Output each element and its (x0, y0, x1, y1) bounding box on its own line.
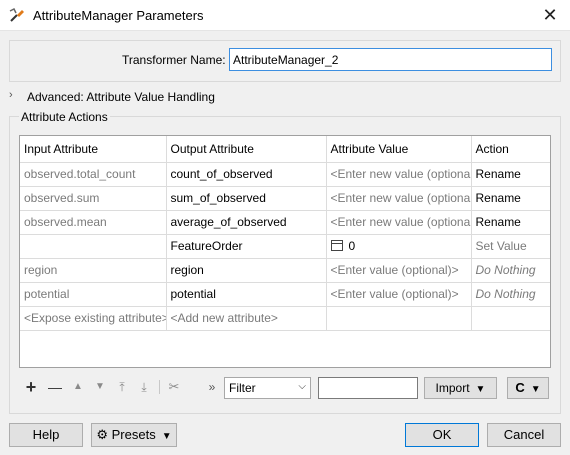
action-cell[interactable]: Rename (471, 210, 550, 235)
dropdown-arrow-icon: ▼ (475, 384, 486, 395)
cancel-button[interactable]: Cancel (487, 423, 561, 447)
cut-icon[interactable]: ✂ (165, 376, 183, 398)
input-attribute-cell[interactable]: potential (20, 282, 167, 307)
table-row[interactable]: observed.mean average_of_observed <Enter… (20, 210, 550, 235)
refresh-icon: C (515, 380, 525, 395)
attribute-value-cell[interactable]: <Enter value (optional)> (326, 258, 472, 283)
dropdown-arrow-icon: ▼ (530, 384, 541, 395)
column-header-output[interactable]: Output Attribute (166, 136, 327, 163)
add-icon[interactable]: + (21, 376, 41, 398)
attribute-value-cell[interactable]: <Enter new value (optional)> (326, 210, 472, 235)
output-attribute-cell[interactable]: region (166, 258, 327, 283)
chevron-right-icon: › (9, 89, 13, 101)
output-attribute-cell[interactable]: FeatureOrder (166, 234, 327, 259)
output-attribute-cell[interactable]: average_of_observed (166, 210, 327, 235)
table-toolbar: + — ▲ ▼ ⤒ ⤓ ✂ » Filter ⌵ Import ▼ C ▼ (19, 376, 551, 400)
import-button[interactable]: Import ▼ (424, 377, 497, 399)
input-attribute-cell[interactable]: observed.total_count (20, 162, 167, 187)
action-cell[interactable]: Do Nothing (471, 258, 550, 283)
attribute-value-cell[interactable] (326, 306, 472, 331)
transformer-name-input[interactable] (229, 48, 552, 71)
import-button-label: Import (435, 381, 470, 395)
dropdown-arrow-icon: ▼ (161, 431, 172, 442)
transformer-name-label: Transformer Name: (122, 53, 226, 67)
move-top-icon[interactable]: ⤒ (113, 376, 131, 398)
add-attribute-cell[interactable]: <Add new attribute> (166, 306, 327, 331)
presets-button-label: Presets (111, 427, 156, 442)
presets-button[interactable]: ⚙ Presets ▼ (91, 423, 177, 447)
action-cell[interactable]: Rename (471, 162, 550, 187)
column-header-action[interactable]: Action (471, 136, 550, 163)
table-row[interactable]: observed.total_count count_of_observed <… (20, 162, 550, 187)
output-attribute-cell[interactable]: potential (166, 282, 327, 307)
attribute-value-cell[interactable]: <Enter value (optional)> (326, 282, 472, 307)
input-attribute-cell[interactable]: region (20, 258, 167, 283)
attribute-value-text: 0 (348, 239, 356, 253)
title-bar: AttributeManager Parameters ✕ (0, 0, 570, 31)
input-attribute-cell[interactable] (20, 234, 167, 259)
attribute-actions-title: Attribute Actions (19, 110, 110, 124)
more-icon[interactable]: » (205, 376, 219, 398)
output-attribute-cell[interactable]: sum_of_observed (166, 186, 327, 211)
action-cell[interactable]: Set Value (471, 234, 550, 259)
remove-icon[interactable]: — (45, 376, 65, 398)
table-row[interactable]: region region <Enter value (optional)> D… (20, 258, 550, 283)
chevron-down-icon: ⌵ (298, 381, 306, 392)
transformer-name-group: Transformer Name: (9, 40, 561, 82)
input-attribute-cell[interactable]: observed.mean (20, 210, 167, 235)
gear-icon: ⚙ (96, 427, 109, 442)
table-row[interactable]: FeatureOrder 0 Set Value (20, 234, 550, 259)
filter-input[interactable] (318, 377, 418, 399)
move-bottom-icon[interactable]: ⤓ (135, 376, 153, 398)
attribute-value-cell[interactable]: 0 (326, 234, 472, 259)
filter-dropdown[interactable]: Filter ⌵ (224, 377, 311, 399)
table-row[interactable]: observed.sum sum_of_observed <Enter new … (20, 186, 550, 211)
action-cell[interactable]: Do Nothing (471, 282, 550, 307)
expose-attribute-cell[interactable]: <Expose existing attribute> (20, 306, 167, 331)
attribute-value-cell[interactable]: <Enter new value (optional)> (326, 186, 472, 211)
ok-button[interactable]: OK (405, 423, 479, 447)
advanced-section-label: Advanced: Attribute Value Handling (27, 90, 215, 104)
table-row[interactable]: <Expose existing attribute> <Add new att… (20, 306, 550, 331)
table-header: Input Attribute Output Attribute Attribu… (20, 136, 550, 163)
window-title: AttributeManager Parameters (33, 8, 204, 23)
attribute-table: Input Attribute Output Attribute Attribu… (19, 135, 551, 368)
close-icon[interactable]: ✕ (530, 0, 570, 31)
fme-transformer-icon (9, 7, 24, 22)
input-attribute-cell[interactable]: observed.sum (20, 186, 167, 211)
table-row[interactable]: potential potential <Enter value (option… (20, 282, 550, 307)
value-editor-icon[interactable] (330, 240, 343, 251)
refresh-button[interactable]: C ▼ (507, 377, 549, 399)
output-attribute-cell[interactable]: count_of_observed (166, 162, 327, 187)
help-button[interactable]: Help (9, 423, 83, 447)
action-cell[interactable] (471, 306, 550, 331)
filter-dropdown-value: Filter (229, 381, 256, 395)
move-down-icon[interactable]: ▼ (91, 376, 109, 398)
move-up-icon[interactable]: ▲ (69, 376, 87, 398)
column-header-value[interactable]: Attribute Value (326, 136, 472, 163)
toolbar-separator (159, 380, 160, 394)
column-header-input[interactable]: Input Attribute (20, 136, 167, 163)
attribute-value-cell[interactable]: <Enter new value (optional)> (326, 162, 472, 187)
action-cell[interactable]: Rename (471, 186, 550, 211)
